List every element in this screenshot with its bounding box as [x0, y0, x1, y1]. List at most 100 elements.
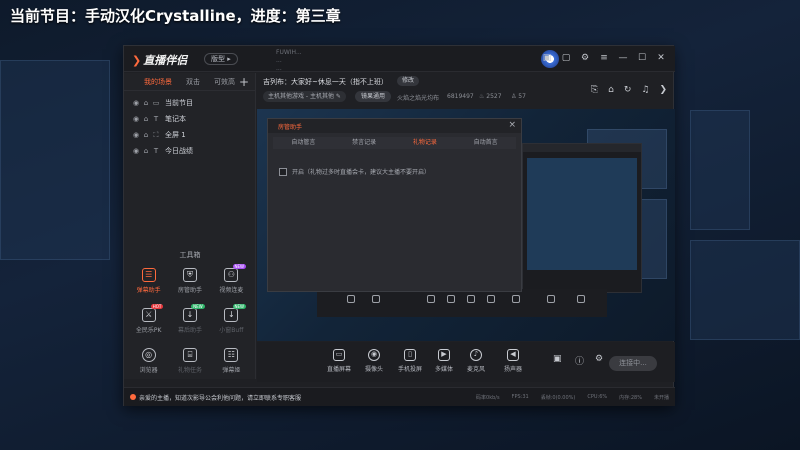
enable-gift-record-option[interactable]: 开启（礼物过多时直播会卡，建议大主播不要开启）: [279, 167, 430, 176]
screen-capture-button[interactable]: ▭ 直播屏幕: [327, 349, 351, 373]
tool-danmaku-assistant[interactable]: ☰ 弹幕助手: [128, 268, 169, 294]
settings-icon[interactable]: ⚙: [579, 52, 591, 64]
scene-item[interactable]: ◉ ⌂ T 笔记本: [124, 111, 255, 127]
tool-video-link[interactable]: NEW ⚇ 视频连麦: [211, 264, 252, 294]
eye-icon[interactable]: ◉: [131, 115, 141, 123]
nested-toolbar: [317, 289, 607, 317]
mic-button[interactable]: ♪ 麦克风: [467, 349, 485, 373]
title-info-line: ...: [276, 57, 282, 64]
pk-icon: ⚔: [141, 308, 156, 322]
followers-value: 57: [518, 93, 526, 100]
tool-label: 全民乐PK: [135, 327, 162, 334]
nested-tool-icon: [487, 295, 495, 303]
checkbox[interactable]: [279, 167, 287, 176]
camera-icon: ◉: [368, 349, 380, 361]
version-button[interactable]: 版型 ▸: [204, 53, 238, 65]
camera-button[interactable]: ◉ 摄像头: [365, 349, 383, 373]
nested-tool-icon: [467, 295, 475, 303]
tool-gift-task[interactable]: ⌸ 礼物任务: [169, 348, 210, 374]
nested-tool-icon: [577, 295, 585, 303]
nested-tool-icon: [347, 295, 355, 303]
category-tag[interactable]: 主机其他游戏 - 主机其他 ✎: [263, 91, 346, 102]
nested-canvas: [527, 158, 637, 270]
nested-preview-window: [522, 143, 642, 293]
tool-room-manager[interactable]: ⛨ 房管助手: [169, 268, 210, 294]
maximize-icon[interactable]: ☐: [636, 52, 648, 64]
nested-tool-icon: [512, 295, 520, 303]
start-live-button[interactable]: 连接中...: [609, 356, 657, 371]
new-badge: NEW: [232, 264, 246, 269]
toolbox-grid: ☰ 弹幕助手 ⛨ 房管助手 NEW ⚇ 视频连麦 HOT ⚔ 全民乐PK NEW…: [128, 264, 252, 374]
share-icon[interactable]: ⎘: [591, 85, 598, 95]
dialog-title: 房管助手: [278, 124, 303, 131]
tool-browser[interactable]: ◎ 浏览器: [128, 348, 169, 374]
room-manager-dialog: 房管助手 × 自动管言 禁言记录 礼物记录 自动首言 开启（礼物过多时直播会卡，…: [267, 118, 522, 292]
lock-icon[interactable]: ⌂: [141, 99, 151, 107]
minimize-icon[interactable]: —: [617, 52, 629, 64]
phone-cast-button[interactable]: ▯ 手机投屏: [398, 349, 422, 373]
speaker-button[interactable]: ◀ 扬声器: [504, 349, 522, 373]
tab-my-scenes[interactable]: 我的场景: [144, 77, 172, 87]
notice-text[interactable]: 亲爱的主播，知道次影导公会利他问题，请立即联系专职客服: [139, 393, 301, 402]
dialog-header: 房管助手 ×: [268, 119, 521, 133]
toolbar-label: 摄像头: [365, 366, 384, 373]
screen-icon: ▭: [333, 349, 345, 361]
window-controls: ▣ ▢ ⚙ ≡ — ☐ ✕: [541, 52, 667, 64]
popularity-value: 2527: [486, 93, 502, 100]
edit-title-button[interactable]: 修改: [397, 76, 420, 86]
tool-danmaku-robot[interactable]: ☷ 弹幕姬: [211, 348, 252, 374]
live-status: 未开播: [653, 395, 669, 401]
eye-icon[interactable]: ◉: [131, 131, 141, 139]
tab-auto-greeting[interactable]: 自动首言: [455, 137, 516, 149]
toolbox-title: 工具箱: [179, 251, 201, 259]
settings-icon[interactable]: ⚙: [595, 354, 603, 364]
tool-label: 礼物任务: [177, 367, 202, 374]
header-icons: ⎘ ⌂ ↻ ♫ ❯: [591, 85, 667, 95]
info-icon[interactable]: ⓘ: [575, 354, 584, 367]
tab-auto-ban[interactable]: 自动管言: [273, 137, 334, 149]
download-icon: ↓: [224, 308, 239, 322]
media-button[interactable]: ▶ 多媒体: [435, 349, 453, 373]
tab-effects[interactable]: 可效高: [214, 77, 235, 87]
eye-icon[interactable]: ◉: [131, 147, 141, 155]
scene-item[interactable]: ◉ ⌂ T 今日战绩: [124, 143, 255, 159]
fps-stat: FPS:31: [511, 394, 529, 400]
tool-mini-window[interactable]: NEW ↓ 小窗Buff: [211, 304, 252, 334]
close-icon[interactable]: ✕: [655, 52, 667, 64]
record-icon[interactable]: ▣: [553, 354, 562, 364]
app-logo-icon[interactable]: ❯: [659, 85, 667, 95]
menu-icon[interactable]: ≡: [598, 52, 610, 64]
title-info-line: FUWIH...: [276, 49, 302, 56]
lock-icon[interactable]: ⌂: [141, 147, 151, 155]
cover-button[interactable]: 镜果通用: [355, 91, 392, 102]
shield-icon: ⛨: [182, 268, 197, 282]
eye-icon[interactable]: ◉: [131, 99, 141, 107]
new-badge: NEW: [232, 304, 246, 309]
lock-icon[interactable]: ⌂: [608, 85, 614, 95]
tool-backstage[interactable]: NEW ↓ 幕后助手: [169, 304, 210, 334]
tab-double[interactable]: 双击: [186, 77, 200, 87]
close-icon[interactable]: ×: [508, 120, 516, 130]
fans-label: 火焰之焰光均布: [397, 95, 440, 102]
tab-ban-record[interactable]: 禁言记录: [334, 137, 395, 149]
app-logo-text: 直播伴侣: [143, 54, 188, 67]
dropped-frames-stat: 丢帧:0(0.00%): [540, 395, 576, 401]
bell-icon[interactable]: ♫: [641, 85, 649, 95]
scene-item[interactable]: ◉ ⌂ ⛶ 全屏 1: [124, 127, 255, 143]
program-overlay-title: 当前节目：手动汉化Crystalline，进度：第三章: [10, 7, 341, 25]
lock-icon[interactable]: ⌂: [141, 115, 151, 123]
scene-item[interactable]: ◉ ⌂ ▭ 当前节目: [124, 95, 255, 111]
nested-titlebar: [523, 144, 641, 152]
toolbar-label: 麦克风: [467, 366, 486, 373]
mic-icon: ♪: [470, 349, 482, 361]
refresh-icon[interactable]: ↻: [624, 85, 632, 95]
toolbar-label: 直播屏幕: [327, 366, 352, 373]
tool-pk[interactable]: HOT ⚔ 全民乐PK: [128, 304, 169, 334]
add-scene-button[interactable]: +: [239, 75, 249, 89]
tab-gift-record[interactable]: 礼物记录: [395, 137, 456, 149]
download-icon: ↓: [182, 308, 197, 322]
chat-icon[interactable]: ▢: [560, 52, 572, 64]
lock-icon[interactable]: ⌂: [141, 131, 151, 139]
toolbar-label: 扬声器: [504, 366, 523, 373]
shirt-icon[interactable]: ▣: [541, 52, 553, 64]
